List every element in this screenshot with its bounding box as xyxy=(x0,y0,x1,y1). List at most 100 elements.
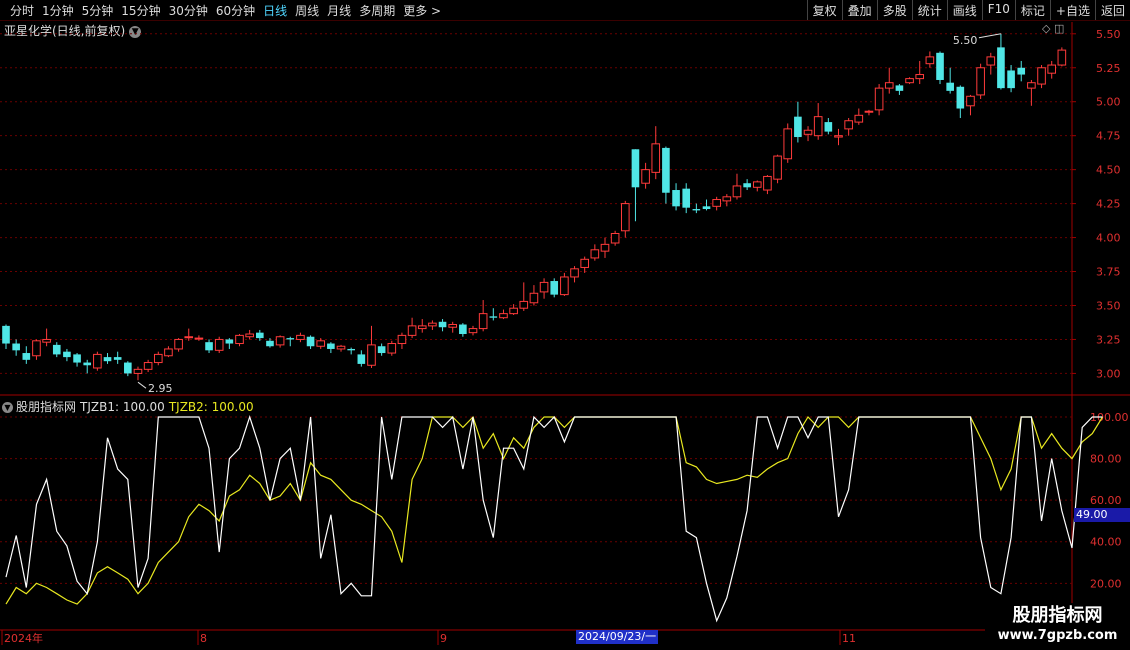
price-axis-label: 4.25 xyxy=(1096,198,1121,211)
date-axis-label: 11 xyxy=(842,632,856,645)
price-axis-label: 3.25 xyxy=(1096,333,1121,346)
price-axis-label: 3.75 xyxy=(1096,266,1121,279)
candle-body-down xyxy=(997,47,1005,89)
candle-body-down xyxy=(672,190,680,207)
ind-axis-label: 40.00 xyxy=(1090,536,1122,549)
candle-body-down xyxy=(692,209,701,211)
tjzb2-label: TJZB2: 100.00 xyxy=(168,400,254,414)
candle-body-up xyxy=(783,128,793,160)
watermark-url: www.7gpzb.com xyxy=(997,628,1118,643)
candle-body-down xyxy=(225,339,234,344)
candle-body-up xyxy=(1047,64,1057,74)
ind-axis-label: 60.00 xyxy=(1090,494,1122,507)
kline-chart[interactable]: 5.50 5.25 5.00 4.75 4.50 4.25 4.00 3.75 3.50 3.25… xyxy=(0,0,1130,650)
candle-body-down xyxy=(895,85,904,91)
candle-body-up xyxy=(93,353,102,369)
candle-body-down xyxy=(205,342,213,351)
candle-body-down xyxy=(702,206,711,210)
candle-body-up xyxy=(194,337,204,340)
candle-body-up xyxy=(773,155,782,180)
candle-body-down xyxy=(327,343,335,349)
candle-body-up xyxy=(509,307,518,315)
candle-body-up xyxy=(844,120,853,130)
chevron-down-icon[interactable]: ▼ xyxy=(2,402,13,413)
high-arrow xyxy=(978,33,1002,39)
candle-body-down xyxy=(459,324,467,335)
candle-body-down xyxy=(743,183,751,188)
candle-body-up xyxy=(468,328,478,334)
candle-body-up xyxy=(387,343,397,354)
candle-body-up xyxy=(397,334,407,345)
candle-body-up xyxy=(143,362,153,370)
candle-body-up xyxy=(448,324,458,328)
candle-body-up xyxy=(560,276,569,296)
candle-body-up xyxy=(712,199,721,207)
candle-body-down xyxy=(946,82,954,91)
candle-body-up xyxy=(316,340,326,347)
candle-body-down xyxy=(286,338,295,340)
candle-body-up xyxy=(296,334,305,340)
candle-body-up xyxy=(1037,67,1046,85)
cursor-value-box: 49.00 xyxy=(1074,508,1130,522)
candle-body-up xyxy=(803,129,813,135)
candle-body-up xyxy=(966,95,975,107)
candle-body-down xyxy=(63,351,71,358)
watermark: 股朋指标网 www.7gpzb.com xyxy=(985,603,1130,650)
candle-body-up xyxy=(590,249,600,259)
high-annotation: 5.50 xyxy=(953,34,978,47)
price-axis-label: 5.00 xyxy=(1096,96,1121,109)
candle-body-down xyxy=(824,122,833,132)
candle-body-up xyxy=(1027,82,1036,89)
price-axis-label: 3.50 xyxy=(1096,299,1121,312)
ind-axis-label: 80.00 xyxy=(1090,453,1122,466)
candle-body-up xyxy=(722,196,732,202)
candle-body-up xyxy=(915,74,925,80)
candle-body-down xyxy=(357,354,366,364)
candle-body-down xyxy=(1007,70,1015,89)
candle-body-up xyxy=(854,114,864,123)
candle-body-down xyxy=(256,332,264,339)
price-axis-label: 5.50 xyxy=(1096,28,1121,41)
candle-body-down xyxy=(83,362,92,366)
candle-body-up xyxy=(884,82,894,89)
date-axis-label: 9 xyxy=(440,632,447,645)
candle-body-up xyxy=(367,344,376,366)
candle-body-up xyxy=(184,336,194,339)
candle-body-down xyxy=(438,321,447,328)
candle-body-up xyxy=(763,175,772,191)
candle-body-down xyxy=(550,281,559,295)
candle-body-down xyxy=(794,116,802,138)
candle-body-down xyxy=(2,325,10,344)
indicator-header: ▼ 股朋指标网 TJZB1: 100.00 TJZB2: 100.00 xyxy=(2,398,254,415)
candle-body-down xyxy=(52,344,61,355)
candle-body-up xyxy=(407,325,417,336)
candle-body-down xyxy=(936,52,944,80)
low-annotation: 2.95 xyxy=(148,382,173,395)
price-axis-label: 5.25 xyxy=(1096,62,1121,75)
candle-body-up xyxy=(417,325,427,330)
candle-body-up xyxy=(164,348,173,357)
candle-body-up xyxy=(874,87,884,111)
tjzb1-label: TJZB1: 100.00 xyxy=(80,400,165,414)
candle-body-down xyxy=(22,353,31,360)
candle-body-down xyxy=(377,346,386,354)
candle-body-up xyxy=(478,313,488,330)
candle-body-up xyxy=(905,78,914,84)
candle-body-down xyxy=(1017,67,1026,75)
date-axis-label: 8 xyxy=(200,632,207,645)
candle-body-down xyxy=(12,343,20,351)
candle-body-up xyxy=(153,353,163,364)
candle-body-up xyxy=(813,116,823,137)
candle-body-up xyxy=(925,56,935,65)
candle-body-up xyxy=(976,67,985,96)
candle-body-down xyxy=(113,357,122,360)
price-axis-label: 4.00 xyxy=(1096,232,1121,245)
candle-body-down xyxy=(662,147,670,193)
candle-body-down xyxy=(103,357,112,362)
candle-body-up xyxy=(499,313,508,319)
date-axis-label: 2024年 xyxy=(4,631,43,645)
price-axis-label: 4.75 xyxy=(1096,130,1121,143)
candle-body-up xyxy=(428,322,437,327)
price-axis-label: 4.50 xyxy=(1096,164,1121,177)
candle-body-up xyxy=(133,368,143,374)
